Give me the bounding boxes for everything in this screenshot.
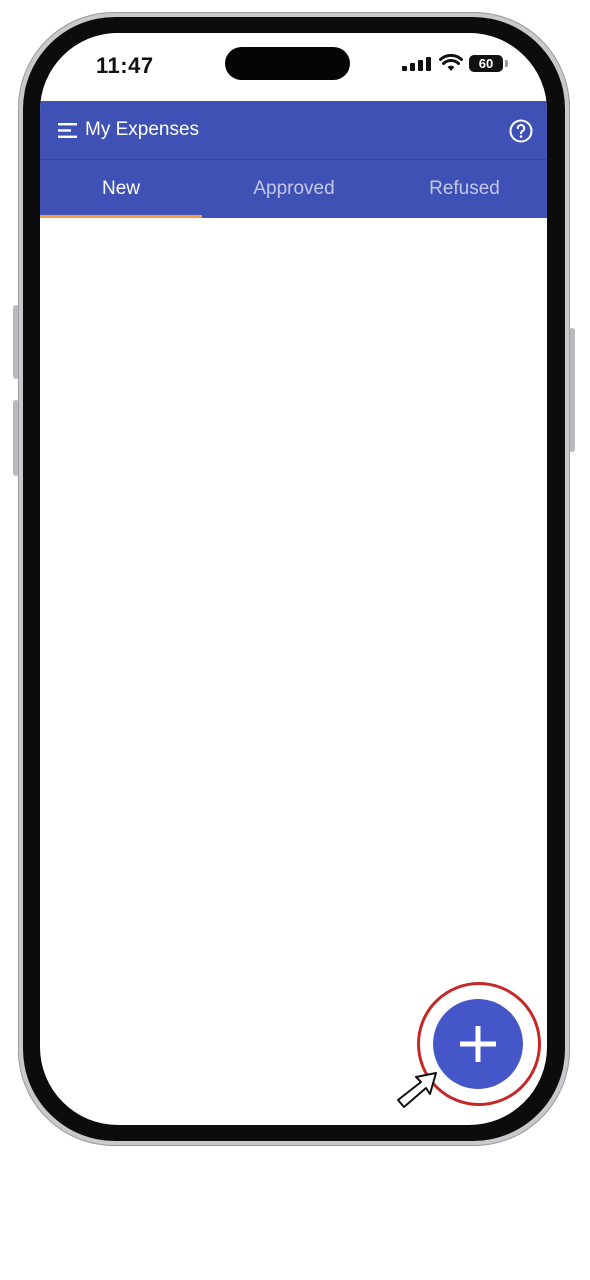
- tab-approved[interactable]: Approved: [206, 160, 382, 218]
- status-bar: 11:47 60: [40, 33, 547, 101]
- cursor-arrow-icon: [397, 1072, 437, 1108]
- app-bar: My Expenses New Approved Refused: [40, 101, 547, 218]
- menu-icon[interactable]: [58, 123, 77, 138]
- battery-icon: 60: [469, 55, 503, 72]
- wifi-icon: [439, 54, 463, 71]
- signal-icon: [402, 57, 431, 71]
- tab-new[interactable]: New: [40, 160, 202, 218]
- page-title: My Expenses: [85, 119, 200, 140]
- phone-screen: 11:47 60 My Expenses New Approved Refuse…: [40, 33, 547, 1125]
- tab-refused[interactable]: Refused: [382, 160, 547, 218]
- app-header: My Expenses: [40, 101, 547, 160]
- status-time: 11:47: [96, 53, 154, 78]
- dynamic-island: [225, 47, 350, 80]
- help-icon[interactable]: [509, 119, 533, 143]
- tab-bar: New Approved Refused: [40, 160, 547, 218]
- battery-nub: [505, 60, 508, 67]
- battery-level: 60: [478, 56, 494, 71]
